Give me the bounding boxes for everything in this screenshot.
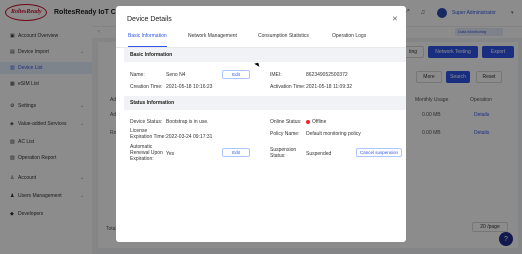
- tab-operation-logs[interactable]: Operation Logs: [332, 33, 366, 47]
- edit-renewal-button[interactable]: Edit: [222, 148, 250, 157]
- activation-time-label: Activation Time:: [270, 84, 306, 90]
- offline-dot-icon: [306, 119, 310, 124]
- suspension-status-label: Suspension Status:: [270, 147, 297, 159]
- modal-title: Device Details: [127, 16, 172, 23]
- device-details-modal: Device Details ✕ Basic Information Netwo…: [116, 6, 406, 242]
- auto-renewal-value: Yes: [166, 151, 175, 157]
- imei-label: IMEI:: [270, 72, 282, 78]
- suspension-status-value: Suspended: [306, 151, 332, 157]
- auto-renewal-label: Automatic Renewal Upon Expiration:: [130, 144, 163, 162]
- tab-basic-information[interactable]: Basic Information: [128, 33, 167, 47]
- online-status: Offline: [306, 119, 326, 125]
- name-value: Seno N4: [166, 72, 186, 78]
- license-expiration-value: 2022-03-24 09:17:31: [166, 134, 213, 140]
- license-expiration-label: License Expiration Time:: [130, 128, 166, 140]
- online-status-label: Online Status:: [270, 119, 302, 125]
- cancel-suspension-button[interactable]: Cancel suspension: [356, 148, 402, 157]
- policy-name-value: Default monitoring policy: [306, 131, 361, 137]
- section-basic-information: Basic Information: [124, 48, 406, 62]
- section-status-information: Status Information: [124, 96, 406, 110]
- tab-network-management[interactable]: Network Management: [188, 33, 237, 47]
- creation-time-value: 2021-05-18 10:16:23: [166, 84, 213, 90]
- imei-value: 862349052500372: [306, 72, 348, 78]
- name-label: Name:: [130, 72, 145, 78]
- tab-consumption-statistics[interactable]: Consumption Statistics: [258, 33, 309, 47]
- device-status-label: Device Status:: [130, 119, 163, 125]
- device-status-value: Bootstrap is in use.: [166, 119, 209, 125]
- policy-name-label: Policy Name:: [270, 131, 300, 137]
- close-icon[interactable]: ✕: [392, 15, 398, 23]
- creation-time-label: Creation Time:: [130, 84, 163, 90]
- edit-name-button[interactable]: Edit: [222, 70, 250, 79]
- activation-time-value: 2021-05-18 11:09:32: [306, 84, 353, 90]
